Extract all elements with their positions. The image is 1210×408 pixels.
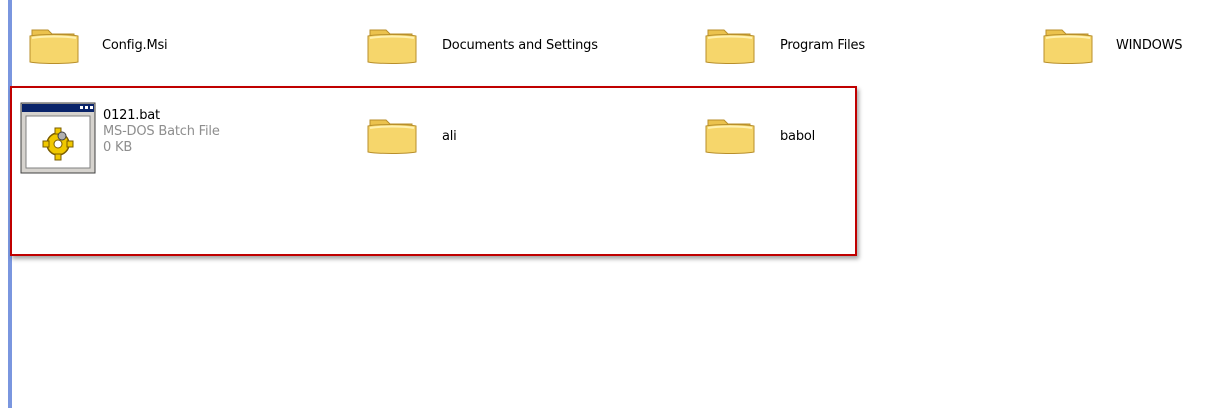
- folder-icon: [366, 22, 420, 68]
- item-label: Config.Msi: [102, 38, 168, 53]
- file-size-label: 0 KB: [103, 140, 133, 155]
- folder-icon: [366, 112, 420, 158]
- folder-icon: [704, 112, 758, 158]
- item-label: Program Files: [780, 38, 865, 53]
- item-label: ali: [442, 129, 457, 144]
- item-label: babol: [780, 129, 816, 144]
- item-label: WINDOWS: [1116, 38, 1183, 53]
- folder-icon: [1042, 22, 1096, 68]
- pane-left-margin: [0, 0, 8, 408]
- left-accent-bar: [8, 0, 12, 408]
- folder-icon: [28, 22, 82, 68]
- batch-file-icon: [20, 102, 96, 174]
- item-label: 0121.bat: [103, 108, 160, 123]
- item-label: Documents and Settings: [442, 38, 598, 53]
- folder-icon: [704, 22, 758, 68]
- bat-file-details: 0121.bat MS-DOS Batch File 0 KB: [103, 108, 220, 156]
- file-type-label: MS-DOS Batch File: [103, 124, 220, 139]
